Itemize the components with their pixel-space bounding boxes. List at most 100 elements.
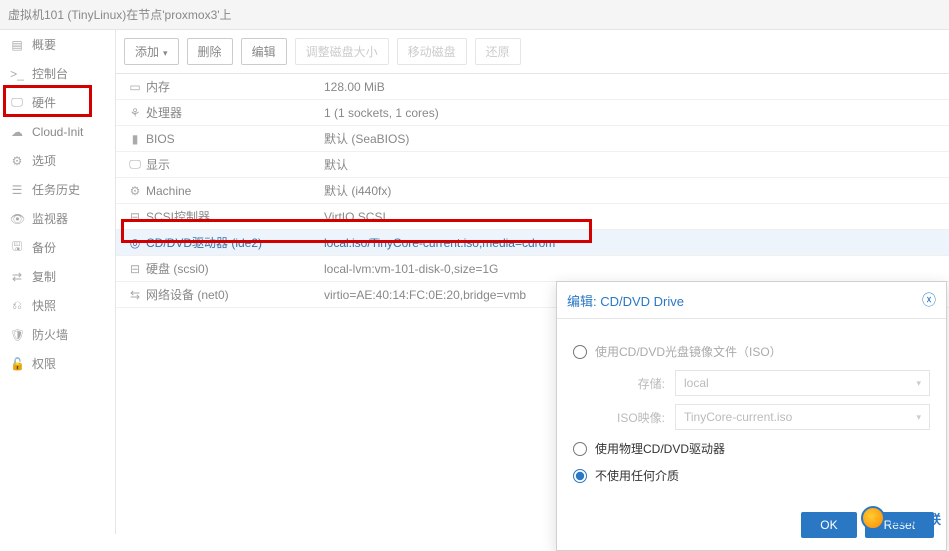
hw-name: 硬盘 (scsi0) [146, 260, 324, 277]
sidebar-item-monitor[interactable]: 👁 监视器 [0, 204, 115, 233]
sidebar-item-replication[interactable]: ⇄复制 [0, 262, 115, 291]
iso-label: ISO映像: [595, 409, 665, 426]
sidebar-item-backup[interactable]: 🖫 备份 [0, 233, 115, 262]
hw-name: SCSI控制器 [146, 208, 324, 225]
cogs-icon: ⚙ [124, 184, 146, 198]
sidebar: ▤ 概要 >_ 控制台 🖵 硬件 ☁ Cloud-Init ⚙ 选项 ☰ 任务历史 👁 监视器… [0, 30, 116, 534]
arrows-icon: ⇄ [10, 270, 24, 284]
hardware-row-cpu[interactable]: ⚘处理器1 (1 sockets, 1 cores) [116, 100, 949, 126]
iso-field-row: ISO映像: TinyCore-current.iso▾ [595, 404, 930, 430]
cpu-icon: ⚘ [124, 106, 146, 120]
save-icon: 🖫 [10, 237, 24, 258]
sidebar-item-console[interactable]: >_ 控制台 [0, 59, 115, 88]
radio-input-iso[interactable] [573, 345, 587, 359]
chevron-down-icon: ▾ [916, 378, 921, 389]
sidebar-item-firewall[interactable]: 🛡防火墙 [0, 320, 115, 349]
hw-name: 处理器 [146, 104, 324, 121]
hw-value: 默认 (SeaBIOS) [324, 130, 941, 147]
sidebar-item-snapshots[interactable]: ⎌ 快照 [0, 291, 115, 320]
radio-label: 使用物理CD/DVD驱动器 [595, 440, 725, 457]
window-title: 虚拟机101 (TinyLinux)在节点'proxmox3'上 [0, 0, 949, 30]
sidebar-item-label: 硬件 [32, 94, 56, 111]
resize-disk-button: 调整磁盘大小 [295, 38, 389, 65]
hw-name: BIOS [146, 132, 324, 146]
radio-use-physical[interactable]: 使用物理CD/DVD驱动器 [573, 440, 930, 457]
sidebar-item-label: 防火墙 [32, 326, 68, 343]
toolbar: 添加▾ 删除 编辑 调整磁盘大小 移动磁盘 还原 [116, 30, 949, 74]
sidebar-item-task-history[interactable]: ☰ 任务历史 [0, 175, 115, 204]
watermark-text: 创新互联 [889, 509, 941, 528]
storage-select[interactable]: local▾ [675, 370, 930, 396]
radio-input-physical[interactable] [573, 442, 587, 456]
sidebar-item-permissions[interactable]: 🔓 权限 [0, 349, 115, 378]
dialog-title: 编辑: CD/DVD Drive [567, 291, 684, 310]
chevron-down-icon: ▾ [916, 412, 921, 423]
hw-value: 默认 [324, 156, 941, 173]
hw-value: 默认 (i440fx) [324, 182, 941, 199]
hw-name: 内存 [146, 78, 324, 95]
hw-value: VirtIO SCSI [324, 210, 941, 224]
display-icon: 🖵 [124, 157, 146, 172]
sidebar-item-options[interactable]: ⚙ 选项 [0, 146, 115, 175]
hw-name: 网络设备 (net0) [146, 286, 324, 303]
hardware-row-hard-disk[interactable]: ⊟硬盘 (scsi0)local-lvm:vm-101-disk-0,size=… [116, 256, 949, 282]
sidebar-item-label: 快照 [32, 297, 56, 314]
sidebar-item-label: 控制台 [32, 65, 68, 82]
sidebar-item-label: 选项 [32, 152, 56, 169]
sidebar-item-label: 权限 [32, 355, 56, 372]
hardware-row-machine[interactable]: ⚙Machine默认 (i440fx) [116, 178, 949, 204]
hardware-row-cddvd[interactable]: ◎CD/DVD驱动器 (ide2)local:iso/TinyCore-curr… [116, 230, 949, 256]
hw-value: 1 (1 sockets, 1 cores) [324, 106, 941, 120]
add-button[interactable]: 添加▾ [124, 38, 179, 65]
dialog-body: 使用CD/DVD光盘镜像文件（ISO） 存储: local▾ ISO映像: Ti… [557, 319, 946, 504]
hw-value: local:iso/TinyCore-current.iso,media=cdr… [324, 236, 941, 250]
sidebar-item-label: 监视器 [32, 210, 68, 227]
book-icon: ▤ [10, 38, 24, 52]
memory-icon: ▭ [124, 80, 146, 94]
sidebar-item-label: 备份 [32, 239, 56, 256]
hdd-icon: ⊟ [124, 262, 146, 276]
storage-field-row: 存储: local▾ [595, 370, 930, 396]
cloud-icon: ☁ [10, 125, 24, 139]
hardware-row-memory[interactable]: ▭内存128.00 MiB [116, 74, 949, 100]
storage-label: 存储: [595, 375, 665, 392]
hw-value: 128.00 MiB [324, 80, 941, 94]
remove-button[interactable]: 删除 [187, 38, 233, 65]
sidebar-item-label: 任务历史 [32, 181, 80, 198]
radio-no-media[interactable]: 不使用任何介质 [573, 467, 930, 484]
history-icon: ⎌ [10, 298, 24, 313]
close-icon[interactable]: ⓧ [922, 290, 936, 310]
radio-input-none[interactable] [573, 469, 587, 483]
radio-label: 不使用任何介质 [595, 467, 679, 484]
gear-icon: ⚙ [10, 154, 24, 168]
revert-button: 还原 [475, 38, 521, 65]
move-disk-button: 移动磁盘 [397, 38, 467, 65]
chevron-down-icon: ▾ [163, 48, 168, 58]
sidebar-item-label: Cloud-Init [32, 125, 83, 139]
radio-label: 使用CD/DVD光盘镜像文件（ISO） [595, 343, 782, 360]
dialog-header: 编辑: CD/DVD Drive ⓧ [557, 282, 946, 319]
edit-button[interactable]: 编辑 [241, 38, 287, 65]
eye-icon: 👁 [10, 212, 24, 226]
hdd-icon: ⊟ [124, 210, 146, 224]
hardware-row-scsi-controller[interactable]: ⊟SCSI控制器VirtIO SCSI [116, 204, 949, 230]
hardware-table: ▭内存128.00 MiB ⚘处理器1 (1 sockets, 1 cores)… [116, 74, 949, 308]
network-icon: ⇆ [124, 288, 146, 302]
sidebar-item-label: 概要 [32, 36, 56, 53]
watermark-logo: 创新互联 [861, 506, 941, 530]
hw-name: CD/DVD驱动器 (ide2) [146, 234, 324, 251]
monitor-icon: 🖵 [10, 95, 24, 110]
radio-use-iso[interactable]: 使用CD/DVD光盘镜像文件（ISO） [573, 343, 930, 360]
lock-icon: 🔓 [10, 357, 24, 371]
sidebar-item-summary[interactable]: ▤ 概要 [0, 30, 115, 59]
iso-select[interactable]: TinyCore-current.iso▾ [675, 404, 930, 430]
terminal-icon: >_ [10, 67, 24, 81]
hw-value: local-lvm:vm-101-disk-0,size=1G [324, 262, 941, 276]
list-icon: ☰ [10, 183, 24, 197]
sidebar-item-hardware[interactable]: 🖵 硬件 [0, 88, 115, 117]
sidebar-item-cloudinit[interactable]: ☁ Cloud-Init [0, 117, 115, 146]
ok-button[interactable]: OK [801, 512, 856, 538]
hardware-row-display[interactable]: 🖵显示默认 [116, 152, 949, 178]
chip-icon: ▮ [124, 132, 146, 146]
hardware-row-bios[interactable]: ▮BIOS默认 (SeaBIOS) [116, 126, 949, 152]
